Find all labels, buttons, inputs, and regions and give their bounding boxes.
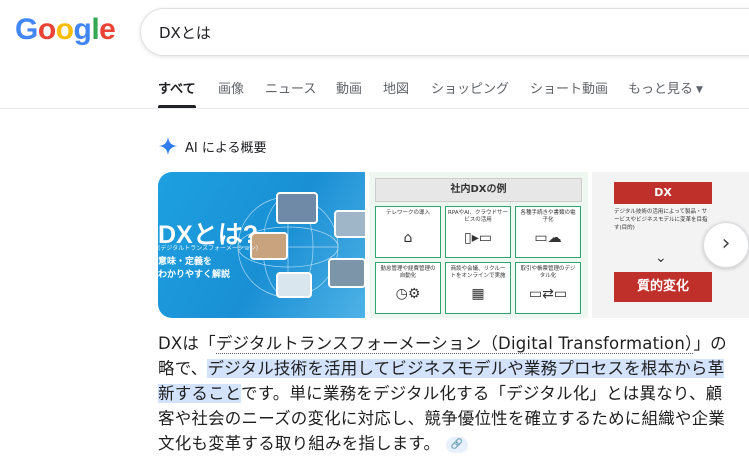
thumbnail-photo — [328, 258, 365, 288]
tab-shopping[interactable]: ショッピング — [431, 78, 509, 97]
logo-letter: l — [91, 13, 100, 46]
logo-letter: o — [37, 13, 56, 46]
example-label: RPAやAI、クラウドサービスの活用 — [448, 210, 508, 223]
answer-term-link[interactable]: デジタルトランスフォーメーション（Digital Transformation） — [215, 334, 694, 354]
search-box[interactable]: DXとは — [140, 8, 749, 56]
chevron-right-icon: › — [721, 231, 731, 256]
example-label: 勤怠管理や経費管理の自動化 — [380, 266, 436, 279]
google-logo[interactable]: Google — [15, 13, 116, 46]
tab-news[interactable]: ニュース — [265, 78, 316, 97]
logo-letter: g — [73, 13, 92, 46]
img1-desc-line: わかりやすく解説 — [158, 270, 231, 280]
example-cell: 勤怠管理や経費管理の自動化 ◷⚙ — [375, 262, 441, 314]
caret-down-icon: ▼ — [696, 84, 703, 95]
example-cell: 各種手続きや書類の電子化 ▭☁ — [515, 206, 581, 258]
monitor-icon: ▭⇄▭ — [528, 286, 568, 302]
img1-desc-line: 意味・定義を — [158, 257, 213, 267]
document-icon: ▯▸▭ — [464, 230, 492, 246]
example-label: テレワークの導入 — [385, 210, 430, 216]
ai-overview-header: AI による概要 — [158, 136, 266, 156]
tab-maps[interactable]: 地図 — [383, 78, 409, 97]
thumbnail-photo — [276, 192, 318, 224]
logo-letter: G — [15, 13, 38, 46]
img3-title: DX — [614, 182, 712, 204]
tab-videos[interactable]: 動画 — [336, 78, 362, 97]
img2-header: 社内DXの例 — [375, 178, 582, 202]
img3-subtitle: デジタル技術の活用によって製品・サービスやビジネスモデルに変革を目指す(目的) — [614, 209, 708, 231]
cloud-icon: ▭☁ — [534, 230, 562, 246]
logo-letter: e — [99, 13, 116, 46]
answer-text: DXは「 — [158, 334, 216, 353]
carousel-next-button[interactable]: › — [703, 222, 749, 268]
example-label: 商談や会議、リクルートをオンラインで実施 — [450, 266, 506, 279]
example-label: 取引や帳票管理のデジタル化 — [520, 266, 576, 279]
img1-desc: 意味・定義を わかりやすく解説 — [158, 256, 230, 282]
example-cell: 取引や帳票管理のデジタル化 ▭⇄▭ — [515, 262, 581, 314]
tab-more[interactable]: もっと見る ▼ — [628, 78, 703, 97]
tab-short-videos[interactable]: ショート動画 — [530, 78, 608, 97]
img1-subtitle: (デジタルトランスフォーメーション) — [158, 245, 259, 252]
example-label: 各種手続きや書類の電子化 — [520, 210, 576, 223]
example-cell: テレワークの導入 ⌂ — [375, 206, 441, 258]
sparkle-icon — [158, 136, 178, 156]
link-chip[interactable]: 🔗 — [446, 436, 469, 453]
tab-images[interactable]: 画像 — [218, 78, 244, 97]
ai-overview-title: AI による概要 — [185, 140, 267, 156]
thumbnail-photo — [276, 272, 312, 298]
double-chevron-down-icon: ⌄ — [655, 250, 667, 266]
search-input[interactable]: DXとは — [159, 22, 211, 43]
meeting-icon: ▦ — [471, 286, 485, 302]
example-cell: 商談や会議、リクルートをオンラインで実施 ▦ — [445, 262, 511, 314]
link-icon: 🔗 — [450, 438, 464, 450]
dx-definition-image[interactable]: DXとは? (デジタルトランスフォーメーション) 意味・定義を わかりやすく解説 — [158, 172, 365, 318]
ai-overview-answer: DXは「デジタルトランスフォーメーション（Digital Transformat… — [158, 331, 738, 456]
tab-more-label: もっと見る — [628, 82, 694, 97]
house-icon: ⌂ — [403, 230, 413, 246]
example-cell: RPAやAI、クラウドサービスの活用 ▯▸▭ — [445, 206, 511, 258]
img3-bottom: 質的変化 — [614, 272, 712, 302]
logo-letter: o — [55, 13, 74, 46]
tab-all[interactable]: すべて — [158, 78, 196, 108]
internal-dx-examples-image[interactable]: 社内DXの例 テレワークの導入 ⌂ RPAやAI、クラウドサービスの活用 ▯▸▭… — [369, 172, 588, 318]
answer-text: です。単に業務をデジタル化する「デジタル化」とは異なり、顧客や社会のニーズの変化… — [158, 384, 725, 453]
thumbnail-photo — [334, 210, 365, 238]
search-tabs: すべて 画像 ニュース 動画 地図 ショッピング ショート動画 もっと見る ▼ — [0, 64, 749, 109]
clock-icon: ◷⚙ — [395, 286, 421, 302]
